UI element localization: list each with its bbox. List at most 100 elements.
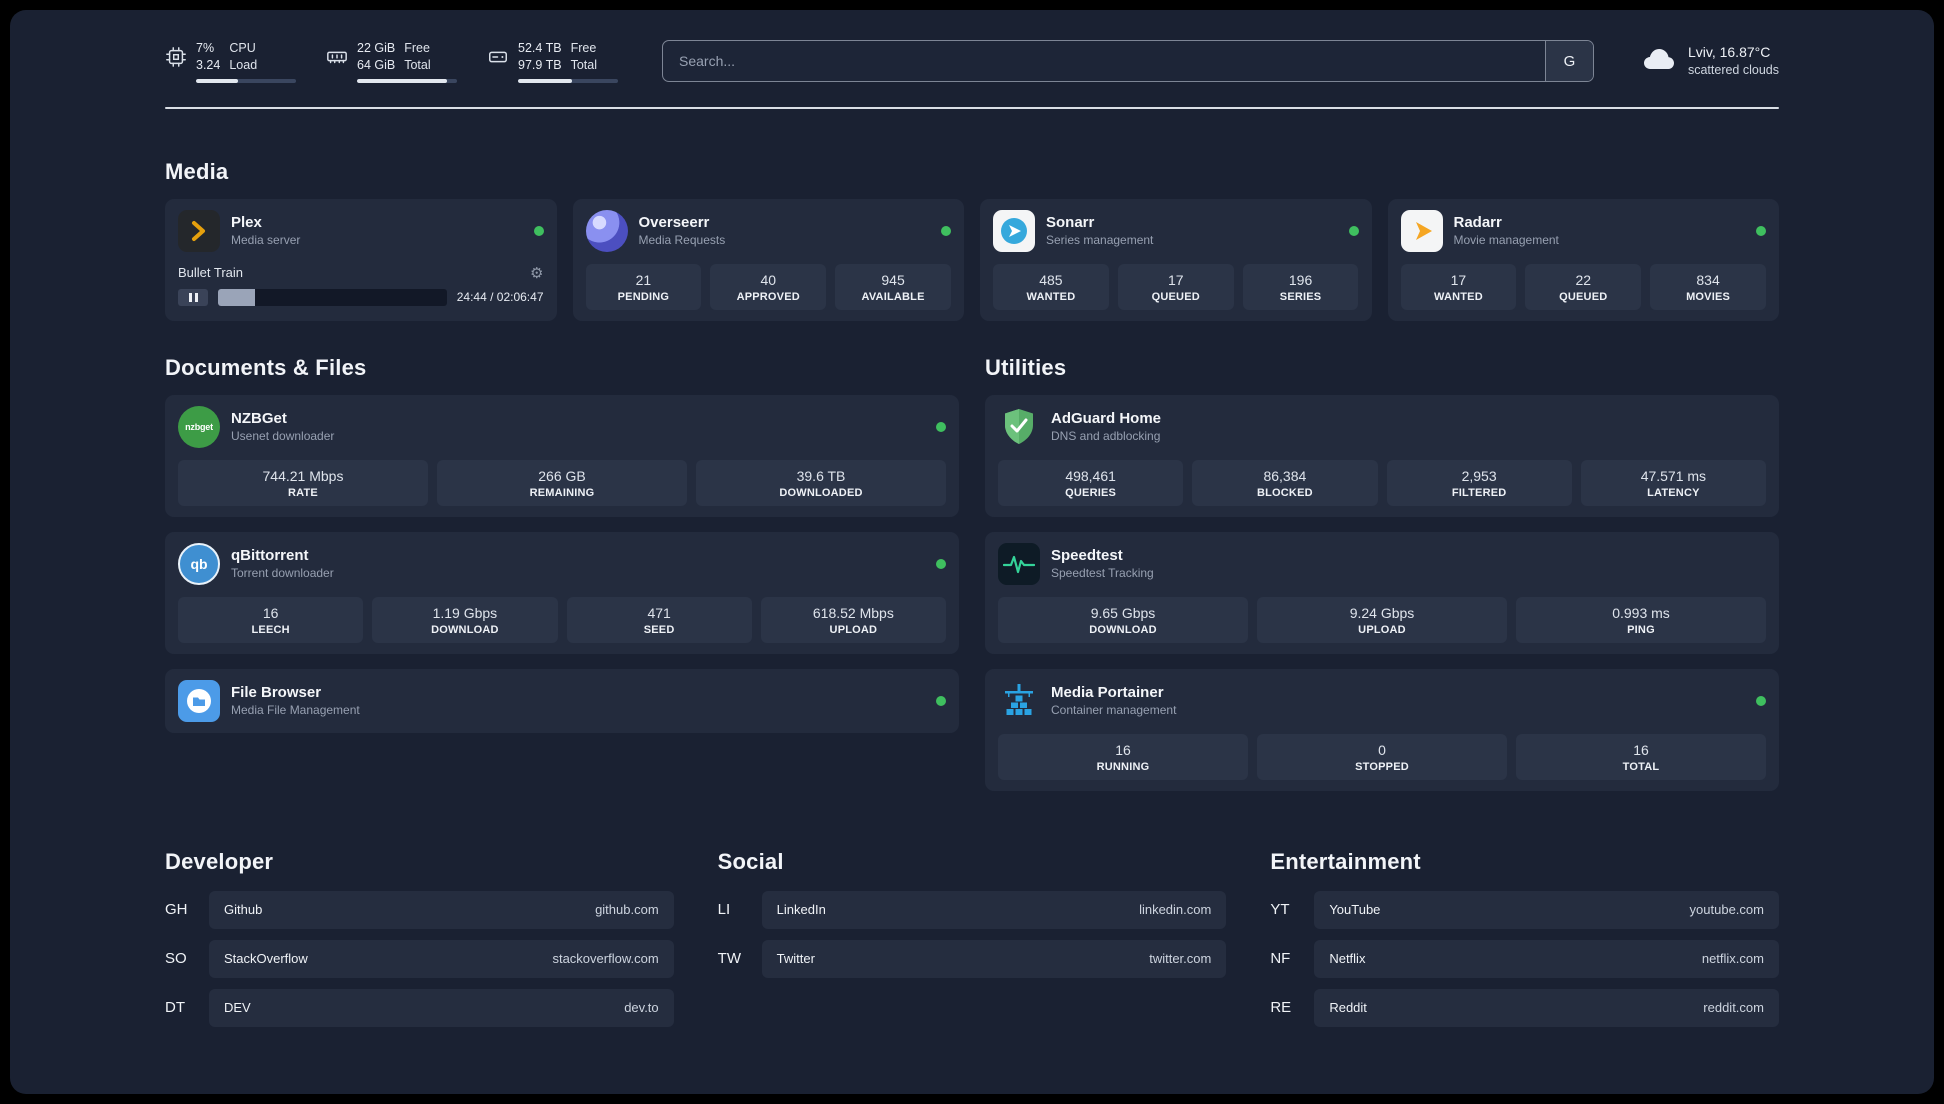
link-netflix[interactable]: Netflix netflix.com [1314, 939, 1779, 978]
disk-label-1: Free [570, 41, 597, 55]
section-entertainment: Entertainment YT YouTube youtube.com NF … [1270, 849, 1779, 1038]
ram-icon [326, 46, 348, 68]
stat-filtered: 2,953 FILTERED [1386, 459, 1572, 506]
link-row-linkedin: LI LinkedIn linkedin.com [717, 890, 1227, 929]
section-title-developer: Developer [165, 848, 274, 874]
disk-free: 52.4 TB [518, 41, 562, 55]
link-abbr-youtube: YT [1270, 901, 1290, 919]
card-speedtest: Speedtest Speedtest Tracking 9.65 Gbps D… [985, 531, 1779, 654]
stat-download: 9.65 Gbps DOWNLOAD [998, 596, 1248, 643]
status-dot-sonarr [1348, 225, 1359, 236]
cpu-metric: 7% 3.24 CPU Load [165, 40, 296, 83]
status-dot-radarr [1756, 225, 1766, 236]
section-title-media: Media [165, 158, 229, 184]
app-subtitle-plex: Media server [231, 232, 301, 247]
app-tile-sonarr[interactable]: Sonarr Series management [993, 209, 1359, 252]
section-title-documents: Documents & Files [165, 354, 367, 380]
header-bar: 7% 3.24 CPU Load 22 GiB 64 GiB Free Tota… [165, 40, 1779, 83]
link-linkedin[interactable]: LinkedIn linkedin.com [761, 890, 1227, 929]
app-tile-speedtest[interactable]: Speedtest Speedtest Tracking [998, 542, 1766, 585]
status-dot-portainer [1756, 695, 1766, 706]
link-dev[interactable]: DEV dev.to [209, 988, 674, 1027]
app-tile-portainer[interactable]: Media Portainer Container management [998, 680, 1766, 722]
stat-upload: 618.52 Mbps UPLOAD [760, 596, 946, 643]
app-name-nzbget: NZBGet [231, 410, 287, 428]
stat-queued: 17 QUEUED [1117, 263, 1234, 310]
app-tile-overseerr[interactable]: Overseerr Media Requests [585, 209, 951, 252]
playback-progress-bar[interactable] [218, 288, 447, 306]
disk-meter [518, 78, 618, 83]
link-row-github: GH Github github.com [165, 890, 674, 929]
disk-icon [487, 46, 509, 68]
app-tile-filebrowser[interactable]: File Browser Media File Management [178, 679, 946, 722]
app-tile-nzbget[interactable]: nzbget NZBGet Usenet downloader [178, 405, 946, 448]
stat-queries: 498,461 QUERIES [998, 459, 1184, 506]
ram-metric: 22 GiB 64 GiB Free Total [326, 40, 457, 83]
weather-widget: Lviv, 16.87°C scattered clouds [1642, 43, 1779, 80]
section-title-social: Social [717, 848, 784, 874]
app-name-radarr: Radarr [1453, 214, 1502, 232]
stat-movies: 834 MOVIES [1650, 263, 1766, 310]
stat-stopped: 0 STOPPED [1257, 733, 1507, 780]
stat-downloaded: 39.6 TB DOWNLOADED [696, 459, 946, 506]
search-engine-label: G [1563, 52, 1576, 70]
stat-blocked: 86,384 BLOCKED [1192, 459, 1378, 506]
plex-icon [178, 209, 220, 252]
app-tile-radarr[interactable]: Radarr Movie management [1400, 209, 1766, 252]
stat-queued: 22 QUEUED [1525, 263, 1642, 310]
link-youtube[interactable]: YouTube youtube.com [1314, 890, 1779, 929]
status-dot-filebrowser [936, 695, 946, 706]
disk-metric: 52.4 TB 97.9 TB Free Total [487, 40, 618, 83]
card-overseerr: Overseerr Media Requests 21 PENDING 40 A… [572, 198, 964, 321]
stat-rate: 744.21 Mbps RATE [178, 459, 428, 506]
link-reddit[interactable]: Reddit reddit.com [1314, 988, 1779, 1027]
app-subtitle-qbittorrent: Torrent downloader [231, 565, 334, 580]
app-tile-qbittorrent[interactable]: qb qBittorrent Torrent downloader [178, 542, 946, 585]
link-row-youtube: YT YouTube youtube.com [1270, 890, 1779, 929]
header-divider [165, 106, 1779, 109]
link-abbr-github: GH [165, 901, 188, 919]
link-row-dev: DT DEV dev.to [165, 988, 674, 1027]
nzbget-icon: nzbget [178, 405, 220, 448]
player-settings-icon[interactable]: ⚙ [530, 264, 543, 282]
app-subtitle-portainer: Container management [1051, 702, 1177, 717]
link-abbr-linkedin: LI [717, 901, 731, 919]
app-subtitle-nzbget: Usenet downloader [231, 428, 335, 443]
stat-approved: 40 APPROVED [710, 263, 827, 310]
app-subtitle-sonarr: Series management [1046, 232, 1154, 247]
cpu-label-1: CPU [229, 41, 256, 55]
cpu-label-2: Load [229, 57, 258, 72]
card-filebrowser: File Browser Media File Management [165, 668, 959, 733]
speedtest-icon [998, 542, 1040, 585]
search-bar[interactable]: G [662, 40, 1594, 83]
search-input[interactable] [663, 41, 1545, 82]
radarr-icon [1400, 209, 1443, 252]
status-dot-overseerr [941, 225, 951, 236]
app-name-overseerr: Overseerr [638, 214, 710, 232]
section-title-utilities: Utilities [985, 354, 1067, 380]
card-portainer: Media Portainer Container management 16 … [985, 668, 1779, 791]
app-tile-plex[interactable]: Plex Media server [178, 209, 544, 252]
card-qbittorrent: qb qBittorrent Torrent downloader 16 LEE… [165, 531, 959, 654]
app-subtitle-adguard: DNS and adblocking [1051, 428, 1161, 443]
link-github[interactable]: Github github.com [209, 890, 674, 929]
ram-total: 64 GiB [357, 57, 396, 72]
app-subtitle-filebrowser: Media File Management [231, 702, 360, 717]
stat-total: 16 TOTAL [1516, 733, 1766, 780]
card-plex: Plex Media server Bullet Train ⚙ 24:44 /… [165, 198, 557, 321]
app-tile-adguard[interactable]: AdGuard Home DNS and adblocking [998, 406, 1766, 448]
dashboard-frame: 7% 3.24 CPU Load 22 GiB 64 GiB Free Tota… [10, 10, 1934, 1094]
ram-free: 22 GiB [357, 41, 396, 55]
stat-wanted: 17 WANTED [1400, 263, 1517, 310]
search-engine-button[interactable]: G [1544, 41, 1593, 82]
weather-condition: scattered clouds [1687, 63, 1779, 78]
link-row-reddit: RE Reddit reddit.com [1270, 988, 1779, 1027]
stat-running: 16 RUNNING [998, 733, 1248, 780]
app-name-filebrowser: File Browser [231, 684, 322, 702]
link-twitter[interactable]: Twitter twitter.com [761, 939, 1227, 978]
section-documents: Documents & Files nzbget NZBGet Usenet d… [165, 355, 959, 733]
link-stackoverflow[interactable]: StackOverflow stackoverflow.com [209, 939, 674, 978]
pause-button[interactable] [178, 288, 208, 306]
weather-location: Lviv, 16.87°C [1687, 43, 1771, 60]
section-developer: Developer GH Github github.com SO StackO… [165, 849, 674, 1038]
